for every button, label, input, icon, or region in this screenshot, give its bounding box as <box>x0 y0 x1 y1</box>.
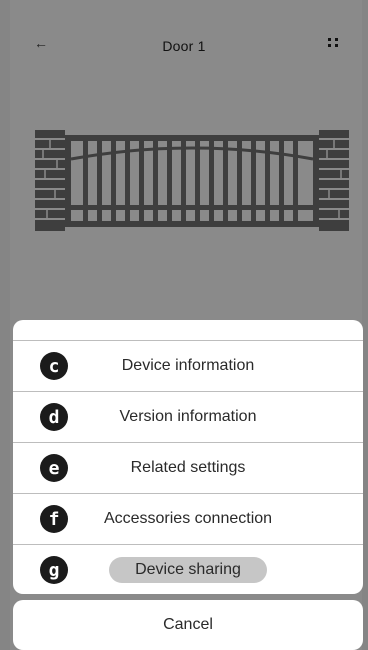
menu-item-accessories-connection[interactable]: f Accessories connection <box>13 494 363 545</box>
top-bar: Door 1 <box>0 24 368 68</box>
menu-item-label: Device information <box>121 357 255 374</box>
badge-f-icon: f <box>40 505 68 533</box>
gate-illustration <box>35 130 349 231</box>
badge-g-icon: g <box>40 556 68 584</box>
sheet-header <box>13 320 363 341</box>
badge-d-icon: d <box>40 403 68 431</box>
menu-item-label: Accessories connection <box>103 510 273 527</box>
action-sheet: c Device information d Version informati… <box>13 320 363 594</box>
badge-e-icon: e <box>40 454 68 482</box>
menu-item-label-highlighted: Device sharing <box>109 557 267 583</box>
menu-item-related-settings[interactable]: e Related settings <box>13 443 363 494</box>
menu-item-device-information[interactable]: c Device information <box>13 341 363 392</box>
menu-item-label: Version information <box>119 408 257 425</box>
page-title: Door 1 <box>162 38 206 54</box>
menu-item-device-sharing[interactable]: g Device sharing <box>13 545 363 594</box>
more-options-icon[interactable] <box>328 38 340 48</box>
cancel-button[interactable]: Cancel <box>13 600 363 650</box>
badge-c-icon: c <box>40 352 68 380</box>
menu-item-label: Related settings <box>130 459 246 476</box>
menu-item-version-information[interactable]: d Version information <box>13 392 363 443</box>
